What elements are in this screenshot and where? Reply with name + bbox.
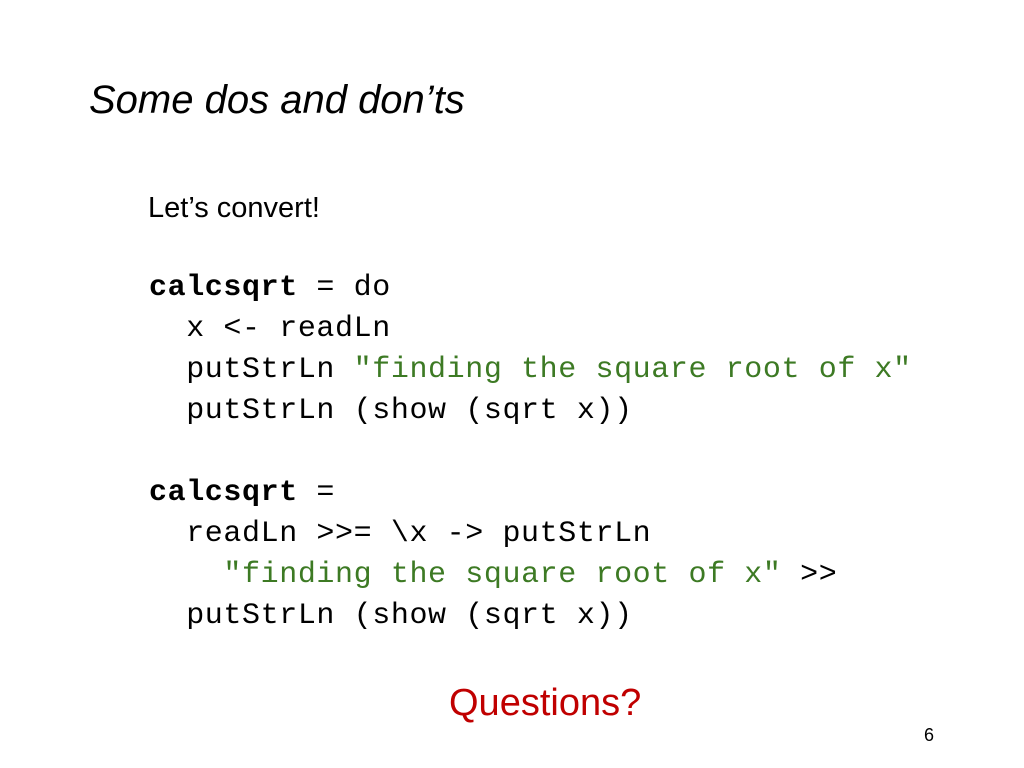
string-literal: "finding the square root of x" — [223, 558, 782, 592]
code-line: x <- readLn — [149, 312, 391, 346]
questions-text: Questions? — [449, 682, 642, 724]
code-block: calcsqrt = do x <- readLn putStrLn "find… — [149, 268, 912, 637]
string-literal: "finding the square root of x" — [353, 353, 912, 387]
code-line: putStrLn (show (sqrt x)) — [149, 394, 633, 428]
code-text: putStrLn — [149, 353, 354, 387]
code-text: = — [297, 476, 336, 510]
code-line: readLn >>= \x -> putStrLn — [149, 517, 652, 551]
code-text: >> — [781, 558, 838, 592]
code-line: putStrLn "finding the square root of x" — [149, 350, 912, 391]
page-number: 6 — [924, 725, 935, 745]
function-name: calcsqrt — [149, 271, 298, 305]
slide: Some dos and don’ts Let’s convert! calcs… — [0, 0, 1024, 768]
code-line: calcsqrt = — [149, 473, 912, 514]
slide-subtitle: Let’s convert! — [148, 192, 320, 224]
function-name: calcsqrt — [149, 476, 298, 510]
code-text: = do — [297, 271, 391, 305]
slide-title: Some dos and don’ts — [89, 78, 465, 122]
code-line: "finding the square root of x" >> — [149, 555, 912, 596]
code-line: putStrLn (show (sqrt x)) — [149, 599, 633, 633]
code-line: calcsqrt = do — [149, 268, 912, 309]
